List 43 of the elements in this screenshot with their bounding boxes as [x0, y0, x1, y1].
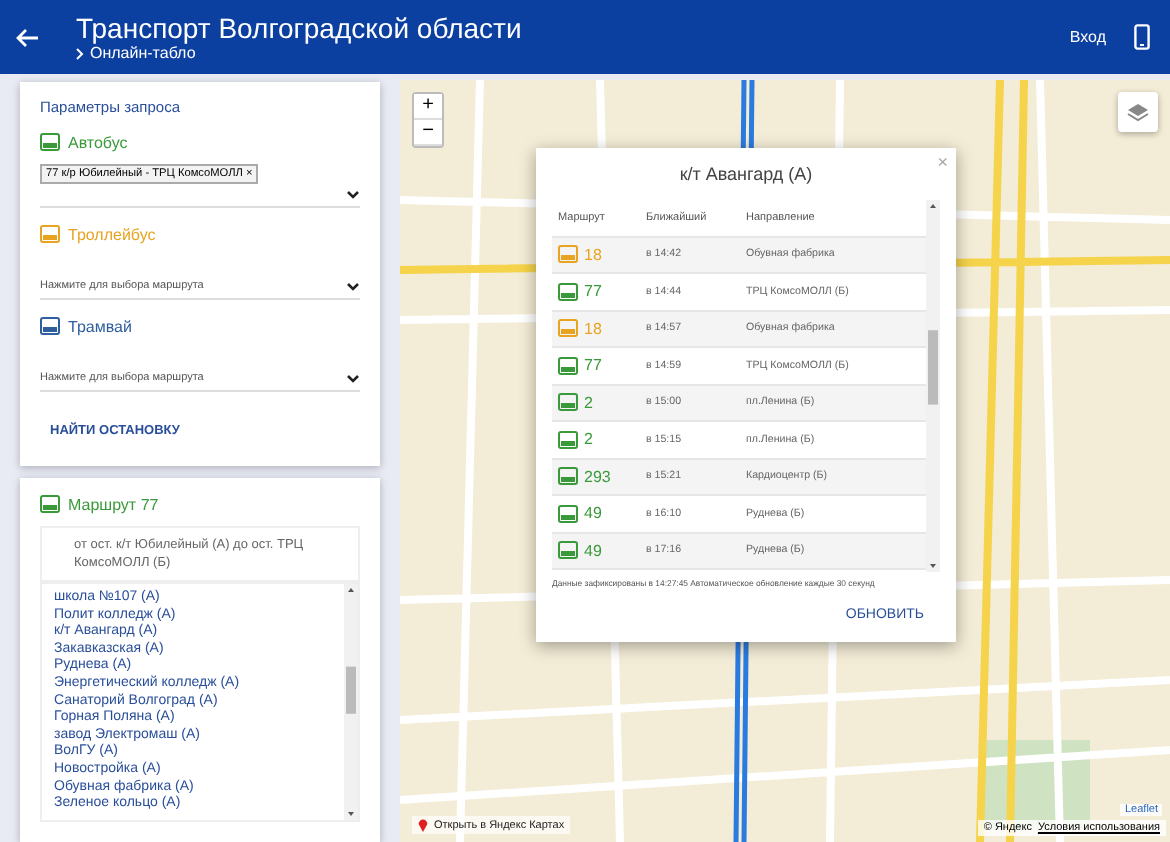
back-arrow-icon[interactable]: [16, 27, 40, 47]
route-number-text: 77: [584, 282, 602, 301]
scrollbar[interactable]: [926, 200, 940, 572]
vehicle-icon: [558, 318, 578, 339]
scrollbar[interactable]: [344, 584, 358, 820]
route-number-text: 293: [584, 467, 611, 486]
vehicle-icon: [40, 316, 60, 336]
vehicle-icon: [558, 392, 578, 413]
vehicle-icon: [40, 132, 60, 152]
route-number-text: 18: [584, 319, 602, 338]
route-number-text: 77: [584, 356, 602, 375]
pin-icon: [418, 818, 428, 832]
phone-icon[interactable]: [1134, 24, 1150, 50]
app-title: Транспорт Волгоградской области: [76, 12, 524, 44]
route-number-text: 49: [584, 504, 602, 523]
breadcrumb-link[interactable]: Онлайн-табло: [76, 44, 1070, 62]
breadcrumb-text[interactable]: Онлайн-табло: [90, 44, 196, 62]
chevron-down-icon[interactable]: [346, 282, 360, 292]
transport-name: Автобус: [68, 133, 128, 151]
vehicle-icon: [558, 503, 578, 524]
vehicle-icon: [558, 244, 578, 265]
route-number-text: 18: [584, 245, 602, 264]
login-link[interactable]: Вход: [1069, 28, 1106, 46]
chevron-down-icon[interactable]: [346, 374, 360, 384]
chevron-right-icon: [76, 47, 84, 59]
route-number-text: 49: [584, 541, 602, 560]
route-number-text: 2: [584, 430, 593, 449]
route-title: Маршрут 77: [68, 495, 159, 513]
vehicle-icon: [558, 429, 578, 450]
chevron-down-icon[interactable]: [346, 190, 360, 200]
popup-title: к/т Авангард (А): [677, 164, 815, 184]
vehicle-icon: [558, 466, 578, 487]
vehicle-icon: [558, 281, 578, 302]
vehicle-icon: [558, 355, 578, 376]
vehicle-icon: [40, 224, 60, 244]
zoom-in-button[interactable]: +: [414, 94, 442, 120]
vehicle-icon: [40, 494, 60, 514]
vehicle-icon: [558, 540, 578, 561]
transport-name: Трамвай: [68, 317, 132, 335]
layers-button[interactable]: [1118, 92, 1158, 132]
transport-name: Троллейбус: [68, 225, 156, 243]
route-number-text: 2: [584, 393, 593, 412]
layers-icon: [1126, 102, 1150, 122]
